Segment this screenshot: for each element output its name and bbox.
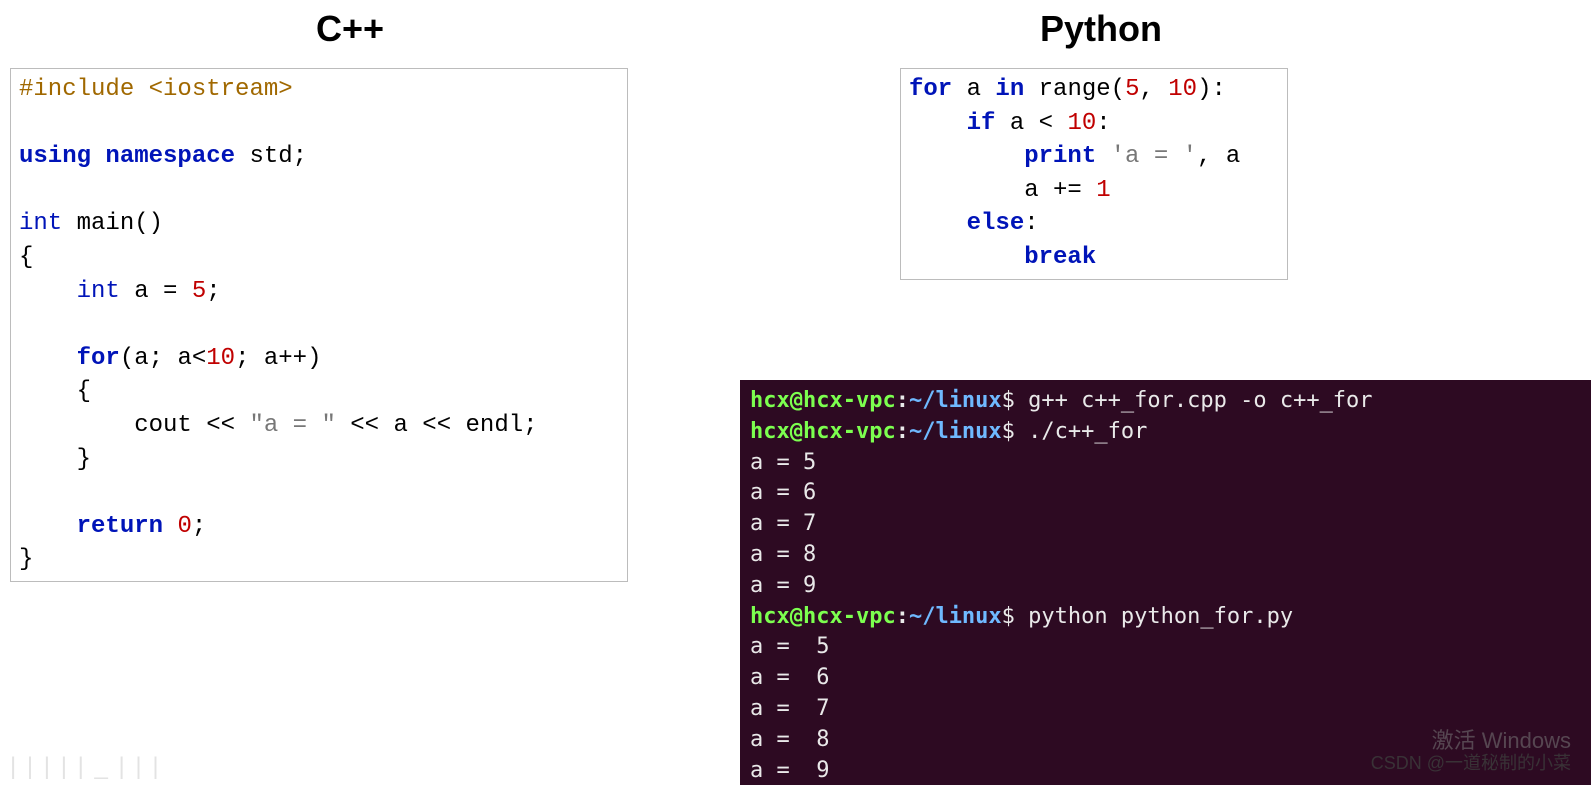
term-colon1: : [896, 388, 909, 413]
term-colon2: : [896, 419, 909, 444]
py-comma: , [1139, 76, 1168, 103]
cpp-op3: << [422, 412, 465, 439]
py-10: 10 [1168, 76, 1197, 103]
csdn-watermark: CSDN @一道秘制的小菜 [1371, 749, 1571, 775]
term-o4: a = 8 [750, 542, 816, 567]
py-str: 'a = ' [1111, 143, 1197, 170]
term-dollar2: $ [1002, 419, 1029, 444]
cpp-include: #include [19, 76, 149, 103]
py-else: else [909, 210, 1024, 237]
term-p4: a = 8 [750, 727, 829, 752]
term-o5: a = 9 [750, 573, 816, 598]
py-print: print [909, 143, 1111, 170]
cpp-zero: 0 [177, 513, 191, 540]
term-dollar3: $ [1002, 604, 1029, 629]
cpp-column: C++ #include <iostream> using namespace … [10, 0, 690, 582]
py-lt: < [1039, 110, 1068, 137]
term-user1: hcx@hcx-vpc [750, 388, 896, 413]
cpp-endl: endl [466, 412, 524, 439]
py-break: break [909, 244, 1096, 271]
term-p3: a = 7 [750, 696, 829, 721]
cpp-ten: 10 [206, 345, 235, 372]
py-5: 5 [1125, 76, 1139, 103]
term-p2: a = 6 [750, 665, 829, 690]
cpp-semi4: ; [192, 513, 206, 540]
py-colon2: : [1096, 110, 1110, 137]
python-title: Python [1040, 8, 1280, 50]
cpp-brace3: } [19, 446, 91, 473]
py-colon1: ): [1197, 76, 1226, 103]
cpp-header: <iostream> [149, 76, 293, 103]
term-o2: a = 6 [750, 480, 816, 505]
cpp-brace2: { [19, 378, 91, 405]
cpp-int: int [19, 210, 77, 237]
term-dollar1: $ [1002, 388, 1029, 413]
cpp-brace-open: { [19, 244, 33, 271]
cpp-std: std [249, 143, 292, 170]
py-one: 1 [1096, 177, 1110, 204]
cpp-main: main [77, 210, 135, 237]
bottom-left-watermark: | | | | | _ | | | [10, 753, 161, 781]
python-code-box: for a in range(5, 10): if a < 10: print … [900, 68, 1288, 280]
cpp-return: return [19, 513, 177, 540]
cpp-assign: = [163, 278, 192, 305]
term-path1: ~/linux [909, 388, 1002, 413]
py-a2: a [1010, 110, 1039, 137]
term-user2: hcx@hcx-vpc [750, 419, 896, 444]
term-o3: a = 7 [750, 511, 816, 536]
cpp-title: C++ [10, 8, 690, 50]
term-p5: a = 9 [750, 758, 829, 783]
cpp-semi2: ; [206, 278, 220, 305]
cpp-forargs1: (a; a< [120, 345, 206, 372]
term-cmd2: ./c++_for [1028, 419, 1147, 444]
cpp-int2: int [19, 278, 134, 305]
cpp-op2: << [336, 412, 394, 439]
py-10b: 10 [1067, 110, 1096, 137]
py-if: if [909, 110, 1010, 137]
term-o1: a = 5 [750, 450, 816, 475]
cpp-code-box: #include <iostream> using namespace std;… [10, 68, 628, 582]
py-colon3: : [1024, 210, 1038, 237]
cpp-namespace: namespace [105, 143, 249, 170]
term-p1: a = 5 [750, 634, 829, 659]
term-cmd3: python python_for.py [1028, 604, 1293, 629]
cpp-string: "a = " [249, 412, 335, 439]
cpp-five: 5 [192, 278, 206, 305]
py-for: for [909, 76, 967, 103]
cpp-brace4: } [19, 546, 33, 573]
term-path2: ~/linux [909, 419, 1002, 444]
term-cmd1: g++ c++_for.cpp -o c++_for [1028, 388, 1372, 413]
cpp-forargs2: ; a++) [235, 345, 321, 372]
cpp-semi3: ; [523, 412, 537, 439]
py-a3: , a [1197, 143, 1240, 170]
cpp-var-a: a [134, 278, 163, 305]
term-colon3: : [896, 604, 909, 629]
py-pluseq: += [1053, 177, 1096, 204]
py-a: a [967, 76, 996, 103]
term-user3: hcx@hcx-vpc [750, 604, 896, 629]
cpp-paren: () [134, 210, 163, 237]
cpp-op1: << [206, 412, 249, 439]
cpp-semi1: ; [293, 143, 307, 170]
cpp-using: using [19, 143, 105, 170]
cpp-a: a [393, 412, 422, 439]
term-path3: ~/linux [909, 604, 1002, 629]
py-a4: a [909, 177, 1053, 204]
cpp-for: for [19, 345, 120, 372]
python-column: Python for a in range(5, 10): if a < 10:… [900, 0, 1280, 280]
cpp-cout: cout [19, 412, 206, 439]
py-in: in [995, 76, 1038, 103]
py-range: range( [1039, 76, 1125, 103]
